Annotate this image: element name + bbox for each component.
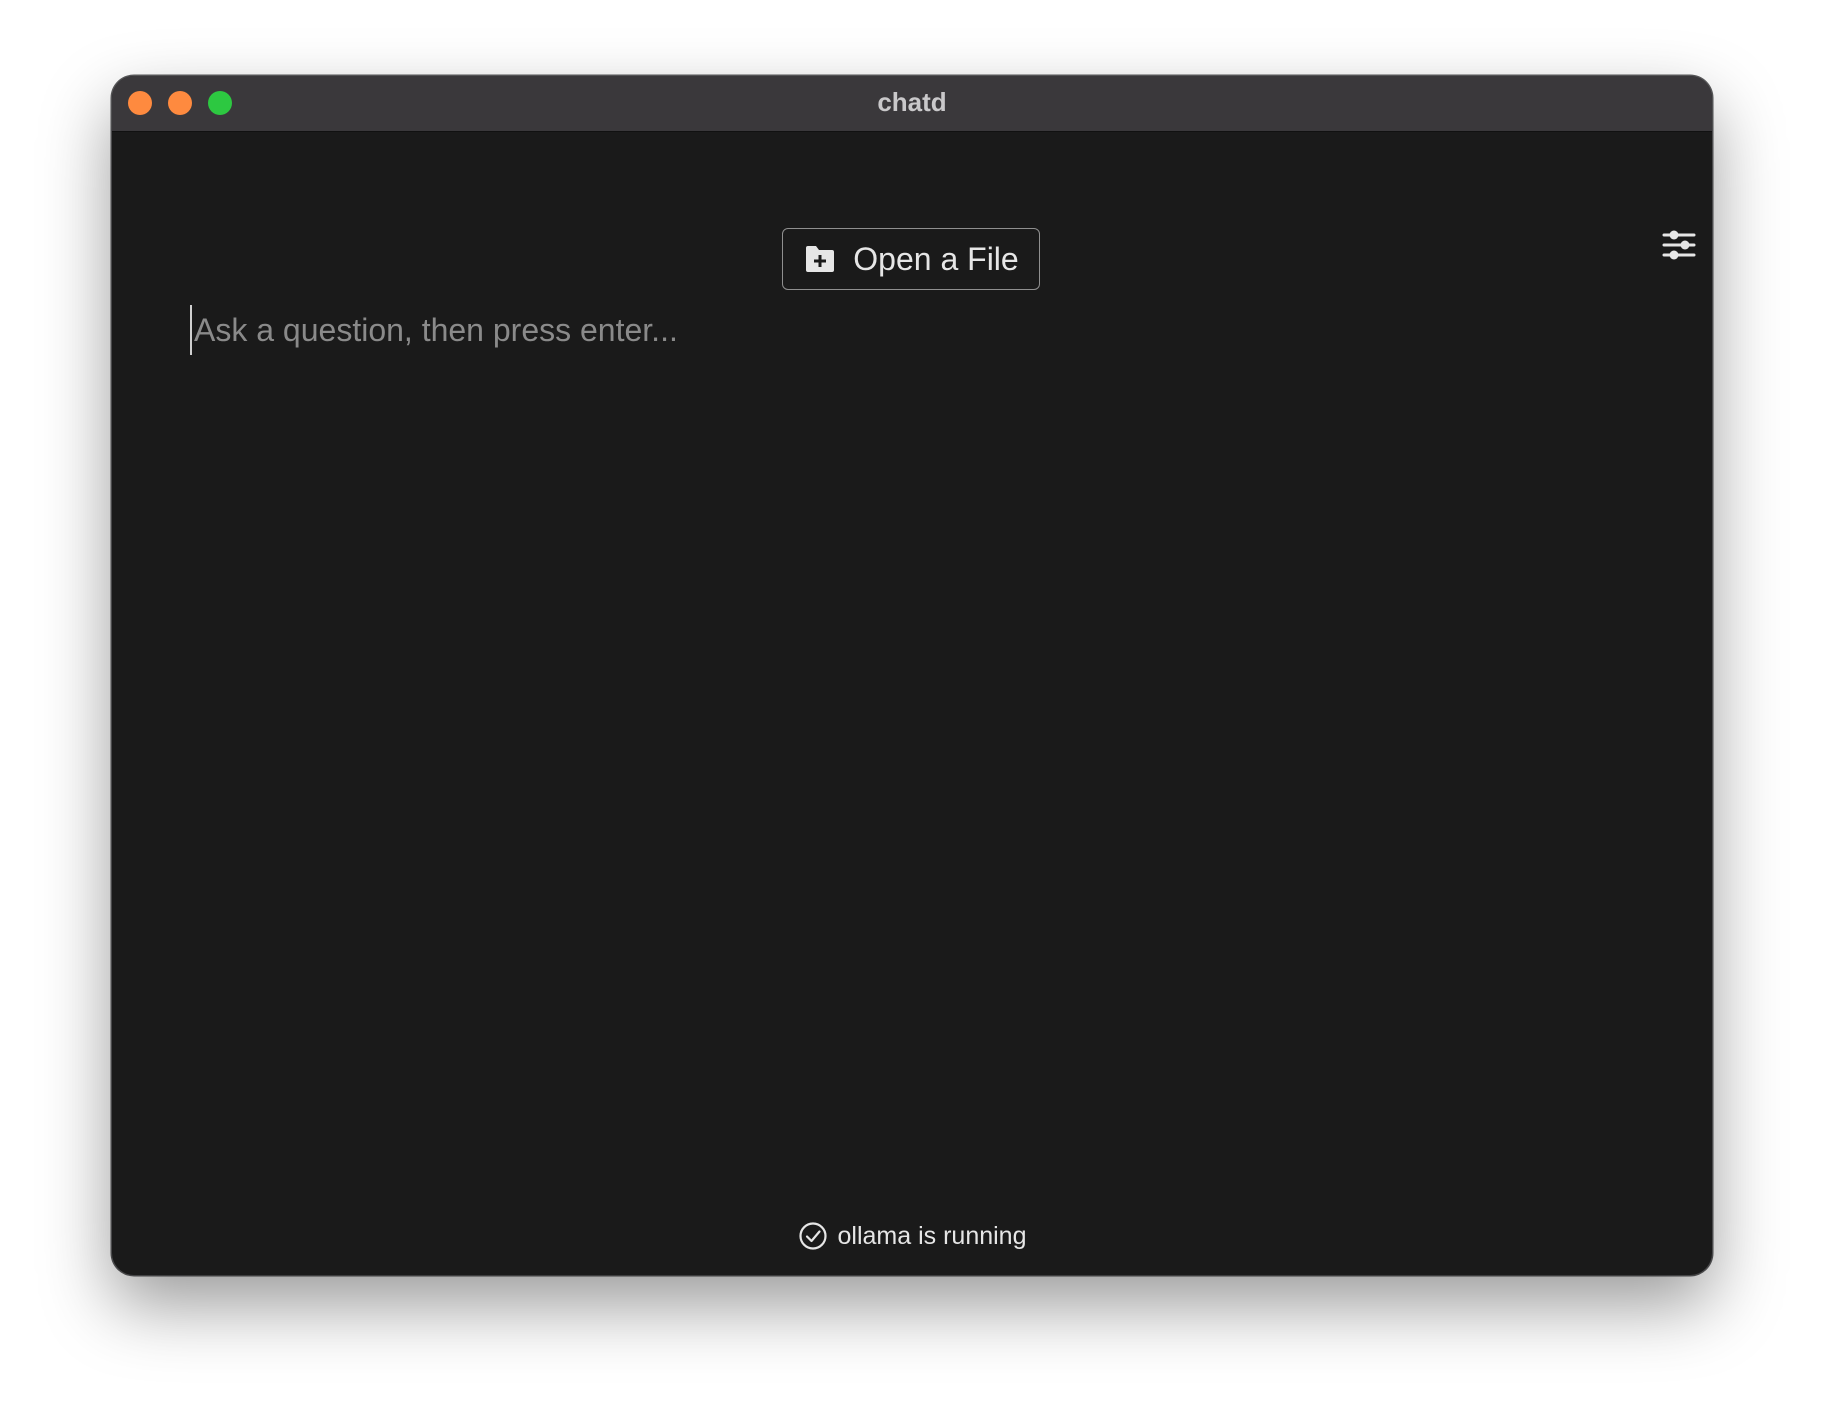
window-title: chatd [877, 87, 947, 117]
open-file-button[interactable]: Open a File [782, 228, 1040, 290]
open-file-label: Open a File [853, 240, 1019, 277]
question-input[interactable] [190, 305, 1634, 355]
folder-plus-icon [803, 244, 837, 274]
sliders-icon[interactable] [1662, 228, 1696, 262]
app-window: chatd Open a File Ask a question, then p… [112, 76, 1712, 1275]
status-label: ollama is running [837, 1221, 1027, 1250]
title-bar: chatd [112, 76, 1712, 132]
status-indicator: ollama is running [112, 1221, 1712, 1251]
check-circle-icon [798, 1221, 828, 1251]
main-content: Open a File ollama is running [112, 132, 1712, 1275]
